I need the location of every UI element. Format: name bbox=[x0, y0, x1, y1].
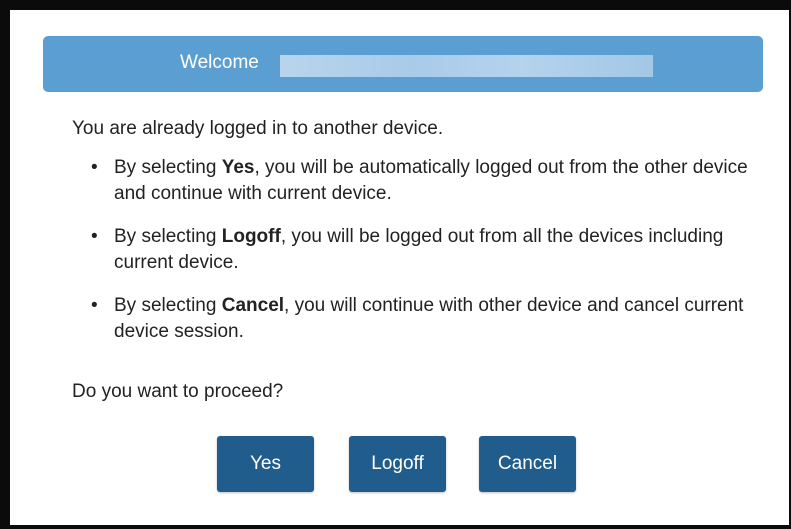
option-prefix: By selecting bbox=[114, 157, 222, 178]
yes-button[interactable]: Yes bbox=[217, 436, 314, 492]
option-keyword: Logoff bbox=[221, 226, 281, 247]
dialog-header: Welcome bbox=[43, 36, 763, 92]
option-prefix: By selecting bbox=[114, 226, 222, 247]
login-conflict-dialog: Welcome You are already logged in to ano… bbox=[10, 10, 789, 525]
proceed-question: Do you want to proceed? bbox=[72, 381, 284, 402]
dialog-title: Welcome bbox=[180, 52, 259, 73]
bullet-icon: • bbox=[91, 226, 98, 247]
bullet-icon: • bbox=[91, 157, 98, 178]
cancel-button[interactable]: Cancel bbox=[479, 436, 576, 492]
options-list: • By selecting Yes, you will be automati… bbox=[72, 155, 752, 362]
option-cancel-item: • By selecting Cancel, you will continue… bbox=[72, 293, 752, 345]
option-yes-item: • By selecting Yes, you will be automati… bbox=[72, 155, 752, 207]
logoff-button[interactable]: Logoff bbox=[349, 436, 446, 492]
option-prefix: By selecting bbox=[114, 295, 222, 316]
option-logoff-item: • By selecting Logoff, you will be logge… bbox=[72, 224, 752, 276]
bullet-icon: • bbox=[91, 295, 98, 316]
intro-text: You are already logged in to another dev… bbox=[72, 118, 444, 139]
option-keyword: Cancel bbox=[221, 295, 285, 316]
option-keyword: Yes bbox=[221, 157, 255, 178]
redacted-username bbox=[280, 55, 653, 77]
